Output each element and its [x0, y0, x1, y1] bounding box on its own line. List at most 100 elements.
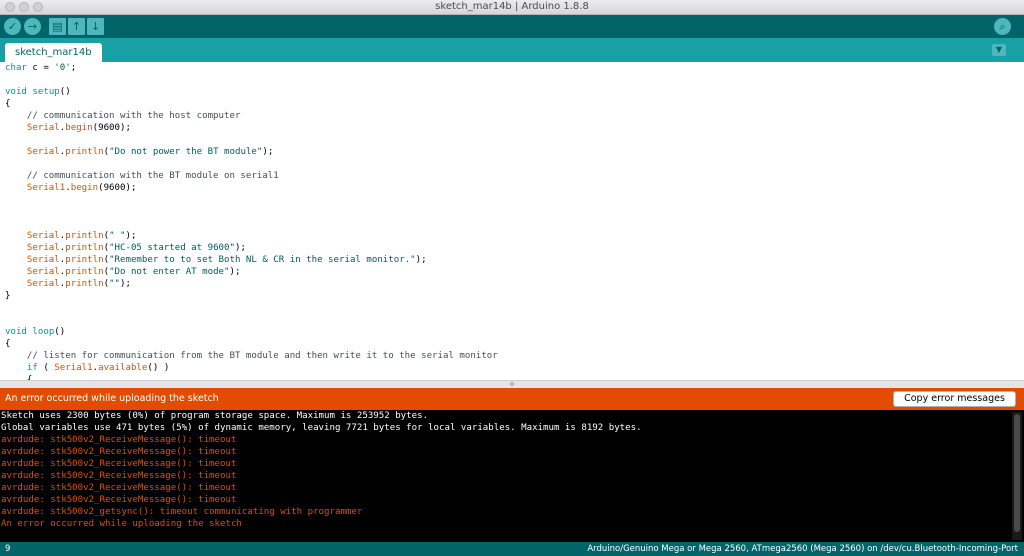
verify-button[interactable]: ✓ — [4, 18, 21, 35]
code-token: "HC-05 started at 9600" — [109, 243, 235, 253]
code-token: begin — [70, 183, 99, 193]
code-token: "Do not power the BT module" — [109, 147, 263, 157]
code-line: { — [5, 98, 498, 110]
code-token: "Do not enter AT mode" — [109, 267, 230, 277]
code-token: // communication with the BT module on s… — [5, 171, 279, 181]
code-token: c = — [26, 63, 55, 73]
error-message: An error occurred while uploading the sk… — [5, 393, 219, 404]
arrow-down-icon: ↓ — [90, 20, 101, 33]
code-line: Serial1.begin(9600); — [5, 182, 498, 194]
window-title: sketch_mar14b | Arduino 1.8.8 — [435, 1, 589, 12]
code-editor[interactable]: char c = '0'; void setup(){ // communicat… — [0, 62, 1024, 380]
serial-monitor-button[interactable]: ⌕ — [994, 18, 1011, 35]
console-line: Sketch uses 2300 bytes (0%) of program s… — [1, 411, 429, 421]
upload-button[interactable]: → — [24, 18, 41, 35]
code-token: Serial — [26, 267, 60, 277]
console-line: An error occurred while uploading the sk… — [1, 519, 242, 529]
code-token: "" — [109, 279, 121, 289]
code-token: println — [65, 267, 104, 277]
open-sketch-button[interactable]: ↑ — [68, 18, 85, 35]
console-scrollbar[interactable] — [1012, 412, 1022, 540]
code-token: println — [65, 255, 104, 265]
code-token: println — [65, 243, 104, 253]
code-token: Serial — [26, 279, 60, 289]
console-line: avrdude: stk500v2_ReceiveMessage(): time… — [1, 435, 237, 445]
line-number: 9 — [5, 544, 11, 554]
code-token: ); — [235, 243, 246, 253]
code-token: (9600); — [98, 183, 137, 193]
copy-error-messages-button[interactable]: Copy error messages — [893, 391, 1016, 407]
code-line: void loop() — [5, 326, 498, 338]
editor-console-divider[interactable] — [0, 380, 1024, 388]
code-token: available — [98, 363, 148, 373]
console-lines: Sketch uses 2300 bytes (0%) of program s… — [1, 410, 642, 530]
tab-bar: sketch_mar14b ▼ — [0, 38, 1024, 62]
code-token: ); — [229, 267, 241, 277]
tab-sketch[interactable]: sketch_mar14b — [5, 43, 102, 62]
code-token: { — [5, 339, 11, 349]
code-token: // listen for communication from the BT … — [5, 351, 498, 361]
code-line: void setup() — [5, 86, 498, 98]
code-token: "Remember to to set Both NL & CR in the … — [109, 255, 416, 265]
code-token: } — [5, 291, 11, 301]
code-line: Serial.println("Remember to to set Both … — [5, 254, 498, 266]
error-bar: An error occurred while uploading the sk… — [0, 388, 1024, 410]
code-token: " " — [109, 231, 126, 241]
code-token: if — [26, 363, 38, 373]
code-token: void — [5, 327, 27, 337]
tab-menu-button[interactable]: ▼ — [992, 44, 1006, 56]
code-token: Serial — [26, 123, 60, 133]
code-token: () — [59, 87, 71, 97]
arrow-right-icon: → — [27, 20, 38, 33]
code-line: Serial.println("Do not power the BT modu… — [5, 146, 498, 158]
code-token: ); — [120, 279, 131, 289]
code-token: println — [65, 231, 104, 241]
chevron-down-icon: ▼ — [995, 45, 1003, 54]
code-token: ); — [125, 231, 137, 241]
code-token: Serial — [26, 243, 60, 253]
status-bar: 9 Arduino/Genuino Mega or Mega 2560, ATm… — [0, 542, 1024, 556]
console-line: avrdude: stk500v2_ReceiveMessage(): time… — [1, 483, 237, 493]
magnifier-icon: ⌕ — [999, 20, 1006, 33]
code-token: println — [65, 147, 104, 157]
board-port-info: Arduino/Genuino Mega or Mega 2560, ATmeg… — [587, 544, 1018, 554]
code-token: // communication with the host computer — [5, 111, 241, 121]
code-line: } — [5, 290, 498, 302]
console-line: avrdude: stk500v2_ReceiveMessage(): time… — [1, 459, 237, 469]
toolbar: ✓ → ▤ ↑ ↓ ⌕ — [0, 15, 1024, 38]
console-line: avrdude: stk500v2_ReceiveMessage(): time… — [1, 495, 237, 505]
code-token: setup — [32, 87, 60, 97]
new-sketch-button[interactable]: ▤ — [49, 18, 66, 35]
code-token: () ) — [147, 363, 170, 373]
code-token: (9600); — [92, 123, 131, 133]
code-line: { — [5, 338, 498, 350]
code-token: char — [5, 63, 27, 73]
code-token: println — [65, 279, 104, 289]
window-titlebar: sketch_mar14b | Arduino 1.8.8 — [0, 0, 1024, 15]
code-line: Serial.begin(9600); — [5, 122, 498, 134]
code-token: ( — [37, 363, 55, 373]
console-output: Sketch uses 2300 bytes (0%) of program s… — [0, 410, 1024, 542]
console-line: Global variables use 471 bytes (5%) of d… — [1, 423, 642, 433]
code-line: // communication with the host computer — [5, 110, 498, 122]
console-line: avrdude: stk500v2_ReceiveMessage(): time… — [1, 471, 237, 481]
code-line: Serial.println("Do not enter AT mode"); — [5, 266, 498, 278]
save-sketch-button[interactable]: ↓ — [87, 18, 104, 35]
scrollbar-thumb[interactable] — [1014, 414, 1020, 532]
code-token: ); — [415, 255, 427, 265]
code-token: ); — [262, 147, 274, 157]
new-file-icon: ▤ — [52, 20, 63, 33]
code-line: Serial.println("HC-05 started at 9600"); — [5, 242, 498, 254]
code-token: () — [54, 327, 66, 337]
